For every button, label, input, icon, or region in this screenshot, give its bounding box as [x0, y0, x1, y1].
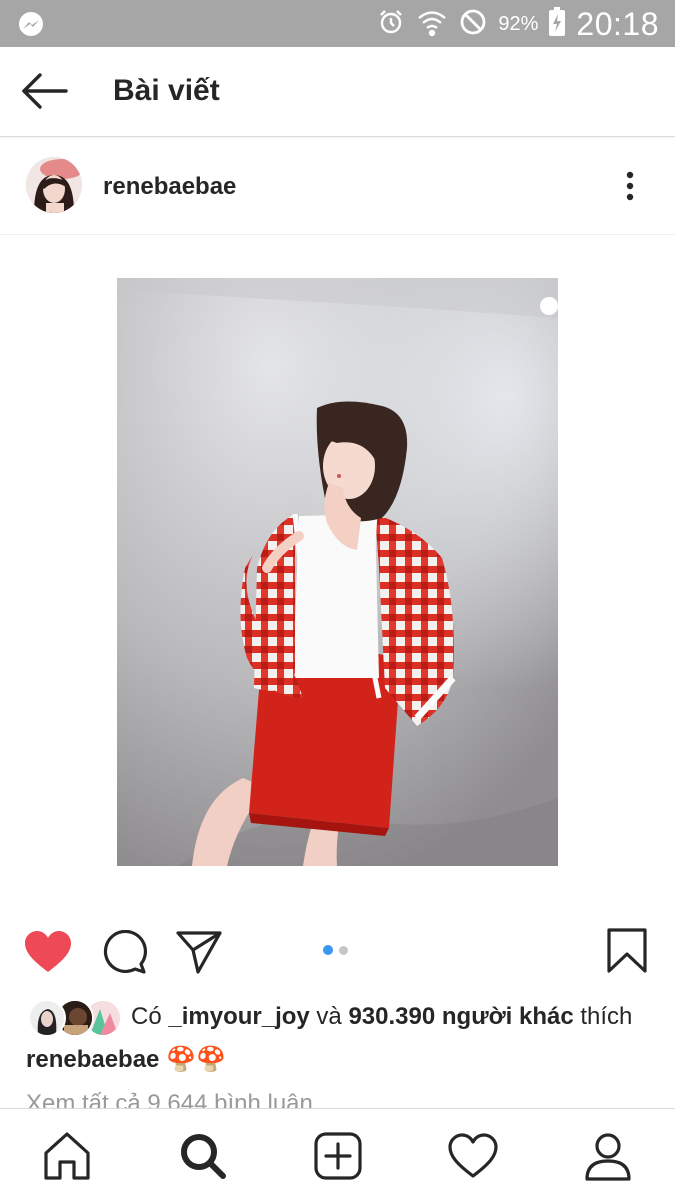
battery-icon [548, 6, 566, 42]
messenger-icon [16, 10, 46, 45]
liker-avatars [28, 999, 122, 1037]
avatar [28, 999, 66, 1037]
post-header: renebaebae [0, 137, 675, 235]
avatar[interactable] [26, 157, 82, 213]
post-username[interactable]: renebaebae [103, 173, 236, 201]
page-title: Bài viết [113, 74, 220, 107]
post-caption: renebaebae 🍄🍄 [26, 1045, 226, 1074]
alarm-icon [376, 7, 406, 42]
battery-percent: 92% [498, 12, 539, 35]
likes-text: Có _imyour_joy và 930.390 người khác thí… [131, 1003, 632, 1031]
caption-username[interactable]: renebaebae [26, 1046, 159, 1073]
carousel-indicator [323, 945, 348, 955]
likes-suffix: thích [580, 1003, 633, 1030]
carousel-dot [339, 946, 348, 955]
liker-username[interactable]: _imyour_joy [168, 1003, 309, 1030]
clock: 20:18 [576, 5, 659, 42]
likes-conj: và [316, 1003, 342, 1030]
send-icon[interactable] [176, 930, 222, 979]
search-icon[interactable] [176, 1129, 230, 1183]
post-media[interactable] [0, 235, 675, 908]
comment-icon[interactable] [102, 929, 148, 981]
status-bar: 92% 20:18 [0, 0, 675, 47]
caption-text: 🍄🍄 [166, 1046, 226, 1073]
do-not-disturb-icon [458, 7, 488, 42]
likes-prefix: Có [131, 1003, 162, 1030]
heart-filled-icon[interactable] [24, 930, 72, 979]
post-actions [0, 920, 675, 984]
post-photo[interactable] [117, 278, 558, 866]
bookmark-icon[interactable] [606, 928, 648, 979]
more-vertical-icon[interactable] [620, 167, 640, 207]
home-icon[interactable] [40, 1129, 94, 1183]
wifi-icon [416, 7, 448, 42]
carousel-dot [323, 945, 333, 955]
profile-icon[interactable] [581, 1129, 635, 1183]
bottom-nav [0, 1108, 675, 1201]
activity-heart-icon[interactable] [446, 1129, 500, 1183]
app-bar: Bài viết [0, 47, 675, 137]
likes-row[interactable]: Có _imyour_joy và 930.390 người khác thí… [28, 997, 668, 1037]
arrow-left-icon[interactable] [20, 71, 70, 111]
likes-count[interactable]: 930.390 người khác [348, 1003, 573, 1030]
add-post-icon[interactable] [311, 1129, 365, 1183]
